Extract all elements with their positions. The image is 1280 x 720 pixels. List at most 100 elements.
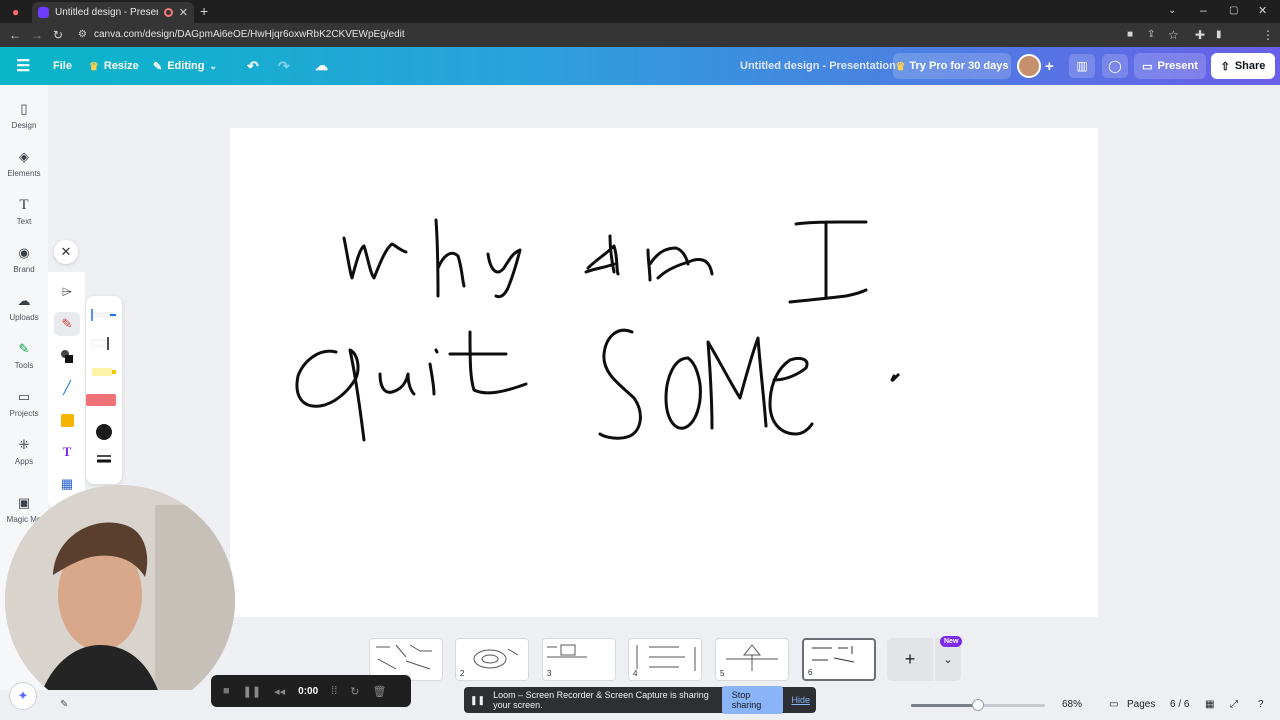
share-label: Share bbox=[1234, 60, 1266, 72]
sidebar-item-tools[interactable]: ✎ Tools bbox=[0, 341, 48, 370]
cloud-upload-icon: ☁ bbox=[17, 293, 31, 308]
select-arrow-icon[interactable]: ⌲ bbox=[54, 280, 80, 304]
draw-tools-panel: ⌲ ✎ ╱ T ▦ bbox=[48, 272, 85, 508]
close-window-icon[interactable]: ✕ bbox=[1258, 5, 1267, 17]
pause-icon[interactable]: ❚❚ bbox=[243, 685, 261, 698]
resize-button[interactable]: ♛ Resize bbox=[89, 47, 139, 85]
user-avatar[interactable] bbox=[1017, 54, 1041, 78]
zoom-slider-fill bbox=[911, 704, 978, 707]
brand-icon: ◉ bbox=[18, 245, 30, 260]
restart-icon[interactable]: ↻ bbox=[350, 685, 359, 698]
try-pro-button[interactable]: ♛ Try Pro for 30 days bbox=[893, 53, 1011, 79]
comments-icon[interactable]: ◯ bbox=[1102, 54, 1128, 78]
page-thumbnail-2[interactable]: 2 bbox=[455, 638, 529, 681]
delete-icon[interactable]: 🗑 bbox=[373, 685, 387, 698]
file-menu-button[interactable]: File bbox=[53, 47, 72, 85]
url-field[interactable]: canva.com/design/DAGpmAi6eOE/HwHjqr6oxwR… bbox=[94, 29, 405, 40]
fullscreen-icon[interactable]: ⤢ bbox=[1230, 699, 1238, 710]
stroke-m bbox=[646, 246, 714, 282]
pen-options-graphic bbox=[86, 309, 132, 463]
help-icon[interactable]: ? bbox=[1258, 699, 1264, 710]
page-thumbnail-5[interactable]: 5 bbox=[715, 638, 789, 681]
magic-media-icon: ▣ bbox=[17, 495, 31, 510]
magic-assistant-icon[interactable]: ✦ bbox=[9, 682, 37, 710]
close-tab-icon[interactable]: ✕ bbox=[179, 6, 188, 19]
sidebar-item-text[interactable]: T Text bbox=[0, 197, 48, 226]
analytics-icon[interactable]: ▥ bbox=[1069, 54, 1095, 78]
pen-icon[interactable]: ✎ bbox=[54, 312, 80, 336]
forward-icon[interactable]: → bbox=[31, 29, 43, 41]
shapes-tool-icon[interactable] bbox=[54, 344, 80, 368]
share-page-icon[interactable]: ⇪ bbox=[1147, 29, 1155, 41]
sidebar-item-apps[interactable]: ⁜ Apps bbox=[0, 437, 48, 466]
pages-button-label[interactable]: Pages bbox=[1127, 699, 1155, 710]
stroke-weight-icon[interactable] bbox=[97, 455, 111, 463]
cloud-save-icon[interactable]: ☁ bbox=[315, 47, 328, 85]
text-icon: T bbox=[19, 197, 29, 213]
pages-view-icon[interactable]: ▭ bbox=[1109, 699, 1118, 710]
site-info-icon[interactable]: ⚙ bbox=[78, 29, 87, 41]
stop-sharing-button[interactable]: Stop sharing bbox=[721, 686, 784, 714]
highlighter-icon[interactable] bbox=[92, 368, 116, 376]
pen-tool-icon: ✎ bbox=[18, 341, 30, 356]
zoom-slider-handle[interactable] bbox=[972, 699, 984, 711]
close-tools-button[interactable]: ✕ bbox=[54, 240, 78, 264]
tab-search-icon[interactable]: ⌄ bbox=[1168, 5, 1176, 17]
share-upload-icon: ⇧ bbox=[1220, 60, 1230, 73]
back-icon[interactable]: ← bbox=[9, 29, 21, 41]
sidebar-item-label: Projects bbox=[9, 409, 39, 418]
add-collaborator-icon[interactable]: + bbox=[1045, 47, 1054, 85]
camera-icon[interactable]: ■ bbox=[1127, 29, 1133, 41]
share-button[interactable]: ⇧ Share bbox=[1211, 53, 1275, 79]
notes-icon[interactable]: ✎ bbox=[60, 699, 68, 710]
stroke-a bbox=[584, 234, 620, 276]
sticky-note-icon[interactable] bbox=[54, 408, 80, 432]
pen-nib-icon[interactable] bbox=[91, 309, 116, 321]
sidebar-item-elements[interactable]: ◈ Elements bbox=[0, 149, 48, 178]
design-canvas[interactable]: why am I quit some bbox=[230, 128, 1098, 617]
page-thumbnail-4[interactable]: 4 bbox=[628, 638, 702, 681]
present-button[interactable]: ▭ Present bbox=[1134, 53, 1206, 79]
line-tool-icon[interactable]: ╱ bbox=[54, 376, 80, 400]
page-thumbnail-6[interactable]: 6 bbox=[802, 638, 876, 681]
stroke-w bbox=[342, 236, 408, 280]
color-swatch-black[interactable] bbox=[96, 424, 112, 440]
browser-tab[interactable]: Untitled design - Presentatio ✕ bbox=[32, 2, 194, 23]
hide-banner-link[interactable]: Hide bbox=[791, 695, 810, 705]
document-title[interactable]: Untitled design - Presentation bbox=[740, 60, 896, 72]
stroke-q bbox=[295, 348, 366, 442]
page-thumbnail-3[interactable]: 3 bbox=[542, 638, 616, 681]
text-tool-icon[interactable]: T bbox=[54, 440, 80, 464]
sidebar-item-projects[interactable]: ▭ Projects bbox=[0, 389, 48, 418]
new-tab-icon[interactable]: + bbox=[200, 4, 208, 18]
add-page-button[interactable]: + bbox=[887, 638, 933, 681]
minimize-icon[interactable]: – bbox=[1200, 4, 1207, 16]
side-panel-icon[interactable]: ▮ bbox=[1216, 29, 1222, 41]
zoom-level[interactable]: 68% bbox=[1062, 699, 1082, 710]
browser-menu-icon[interactable]: ⋮ bbox=[1262, 29, 1274, 41]
reload-icon[interactable]: ↻ bbox=[53, 29, 63, 41]
folder-icon: ▭ bbox=[17, 389, 31, 404]
drag-grid-icon[interactable]: ⁞⁞ bbox=[331, 685, 337, 697]
sidebar-item-brand[interactable]: ◉ Brand bbox=[0, 245, 48, 274]
eraser-icon[interactable] bbox=[86, 394, 116, 406]
stop-recording-icon[interactable]: ■ bbox=[223, 685, 230, 697]
extensions-icon[interactable]: ✚ bbox=[1195, 29, 1205, 41]
undo-icon[interactable]: ↶ bbox=[247, 47, 259, 85]
rewind-icon[interactable]: ◂◂ bbox=[274, 685, 285, 698]
shapes-icon: ◈ bbox=[19, 149, 29, 164]
webcam-bubble[interactable] bbox=[5, 485, 235, 715]
crown-icon: ♛ bbox=[89, 60, 99, 73]
bookmark-star-icon[interactable]: ☆ bbox=[1168, 29, 1179, 41]
sidebar-item-design[interactable]: ▯ Design bbox=[0, 101, 48, 130]
redo-icon[interactable]: ↷ bbox=[278, 47, 290, 85]
editing-mode-button[interactable]: ✎ Editing ⌄ bbox=[153, 47, 217, 85]
marker-icon[interactable] bbox=[91, 337, 132, 350]
stroke-h bbox=[434, 218, 466, 298]
sidebar-item-label: Tools bbox=[14, 361, 34, 370]
sidebar-item-uploads[interactable]: ☁ Uploads bbox=[0, 293, 48, 322]
main-menu-icon[interactable]: ☰ bbox=[16, 47, 30, 85]
sticky-note-shape-icon bbox=[60, 413, 74, 427]
restore-icon[interactable]: ▢ bbox=[1229, 5, 1238, 17]
grid-view-icon[interactable]: ▦ bbox=[1205, 699, 1214, 710]
